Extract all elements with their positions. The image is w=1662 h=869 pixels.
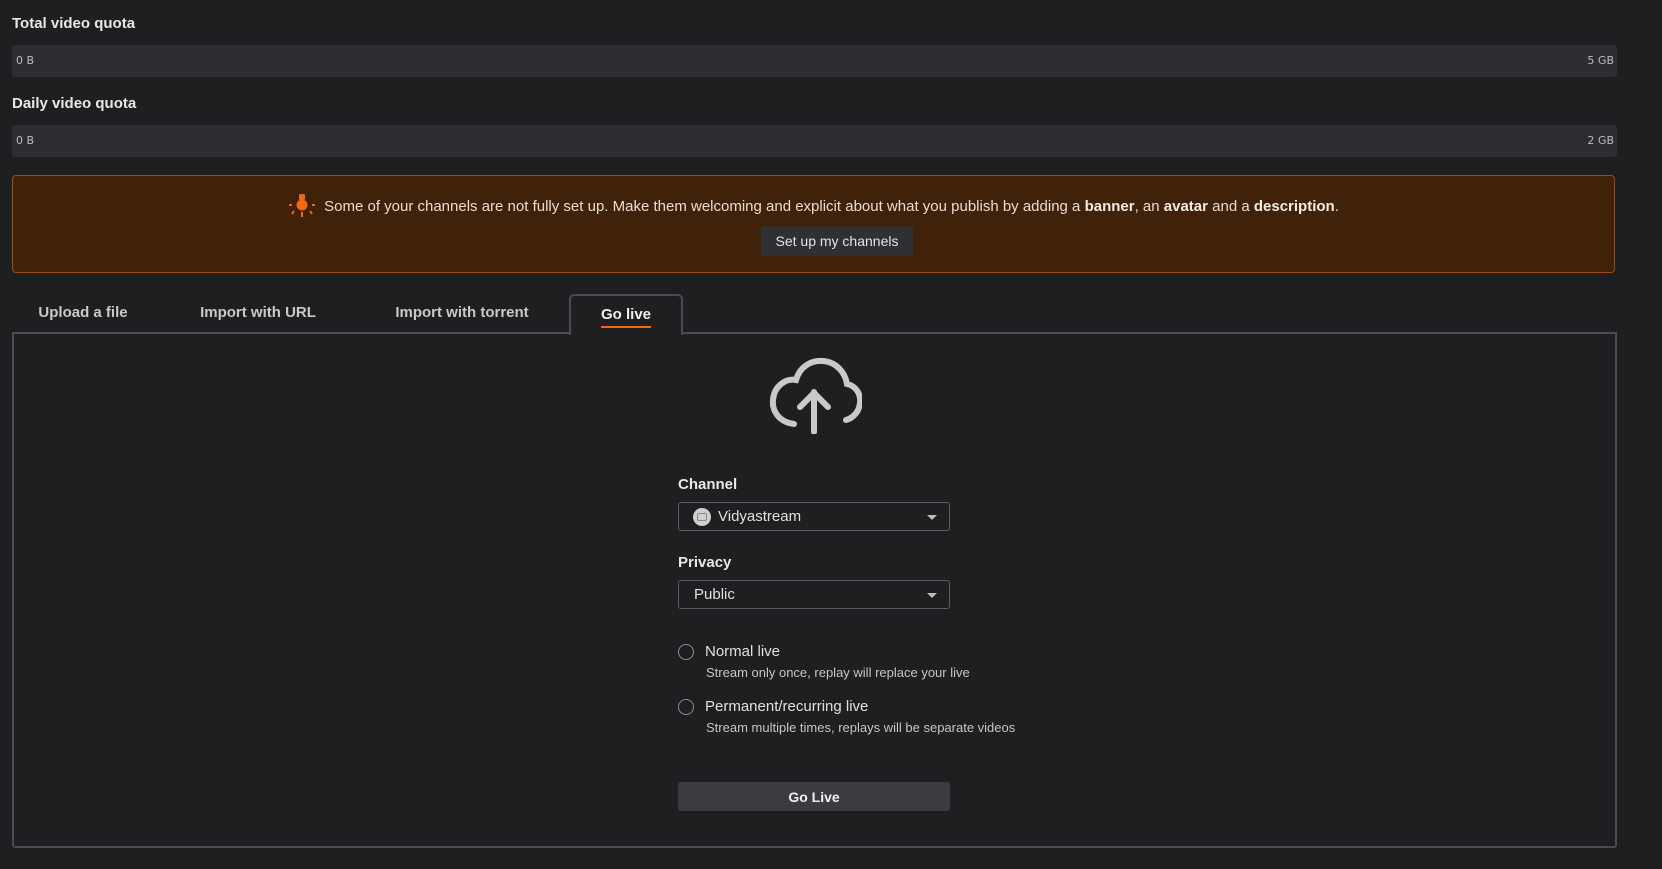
alert-bold-avatar: avatar <box>1163 197 1208 215</box>
daily-quota-max: 2 GB <box>1587 134 1614 147</box>
tab-import-url[interactable]: Import with URL <box>172 294 344 332</box>
tab-import-torrent[interactable]: Import with torrent <box>364 294 560 332</box>
alert-bold-description: description <box>1253 197 1335 215</box>
normal-live-radio[interactable] <box>678 644 694 660</box>
total-quota-title: Total video quota <box>12 15 136 32</box>
alert-text-4: . <box>1334 197 1339 215</box>
total-quota-bar: 0 B 5 GB <box>12 45 1617 77</box>
alert-text-2: , an <box>1134 197 1164 215</box>
channel-label: Channel <box>678 476 738 493</box>
chevron-down-icon <box>927 515 937 520</box>
upload-tabs: Upload a file Import with URL Import wit… <box>12 294 1617 335</box>
channel-select[interactable]: Vidyastream <box>678 502 950 531</box>
daily-quota-min: 0 B <box>16 134 35 147</box>
privacy-select-value: Public <box>694 586 735 603</box>
cloud-upload-icon <box>769 357 862 434</box>
daily-quota-title: Daily video quota <box>12 95 137 112</box>
privacy-select[interactable]: Public <box>678 580 950 609</box>
tab-upload-file[interactable]: Upload a file <box>12 294 154 332</box>
permanent-live-radio[interactable] <box>678 699 694 715</box>
go-live-button[interactable]: Go Live <box>678 782 950 811</box>
tab-go-live[interactable]: Go live <box>569 294 683 335</box>
setup-channels-button[interactable]: Set up my channels <box>761 226 913 256</box>
channel-select-value: Vidyastream <box>718 508 802 525</box>
permanent-live-label[interactable]: Permanent/recurring live <box>705 698 868 715</box>
go-live-panel: Channel Vidyastream Privacy Public Norma… <box>12 332 1617 848</box>
privacy-label: Privacy <box>678 554 732 571</box>
normal-live-description: Stream only once, replay will replace yo… <box>706 665 970 680</box>
alert-text-1: Some of your channels are not fully set … <box>324 197 1085 215</box>
daily-quota-bar: 0 B 2 GB <box>12 125 1617 157</box>
total-quota-max: 5 GB <box>1587 54 1614 67</box>
chevron-down-icon <box>927 593 937 598</box>
channel-setup-alert: Some of your channels are not fully set … <box>12 175 1615 273</box>
normal-live-label[interactable]: Normal live <box>705 643 780 660</box>
alert-text-3: and a <box>1207 197 1254 215</box>
alert-bold-banner: banner <box>1084 197 1135 215</box>
permanent-live-description: Stream multiple times, replays will be s… <box>706 720 1016 735</box>
alert-message: Some of your channels are not fully set … <box>13 194 1614 220</box>
total-quota-min: 0 B <box>16 54 35 67</box>
channel-avatar-icon <box>693 508 711 526</box>
tab-go-live-label: Go live <box>600 305 652 328</box>
lightbulb-icon <box>289 194 316 217</box>
